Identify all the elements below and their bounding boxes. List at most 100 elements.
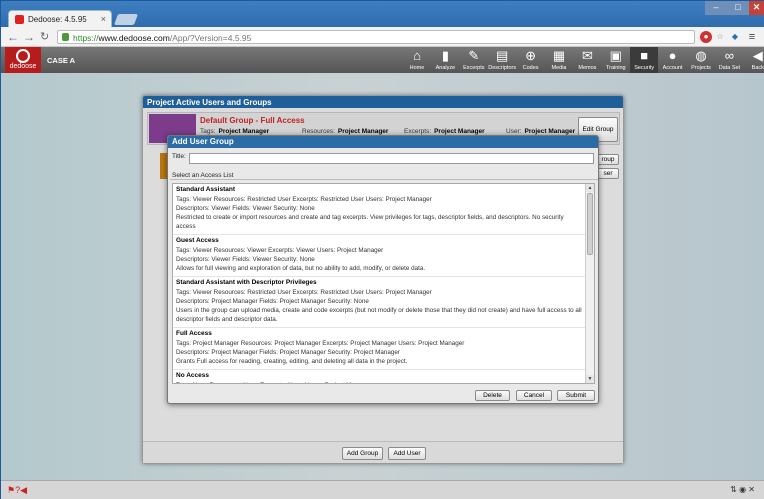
scroll-down-icon[interactable]: ▼ <box>586 375 594 383</box>
nav-label: Security <box>634 65 655 71</box>
group-resources: Resources: Project Manager <box>302 128 388 135</box>
adblock-icon[interactable]: ● <box>700 31 712 43</box>
tab-strip: Dedoose: 4.5.95 × – □ ✕ <box>1 1 764 28</box>
edit-group-button-partial[interactable]: roup <box>597 154 619 165</box>
add-user-button[interactable]: Add User <box>388 447 426 460</box>
add-group-button[interactable]: Add Group <box>342 447 383 460</box>
globe-icon: ◍ <box>695 48 707 63</box>
nav-descriptors[interactable]: ▤ Descriptors <box>488 47 516 73</box>
user-value: Project Manager <box>524 128 576 135</box>
new-tab-button[interactable] <box>113 14 139 25</box>
browser-tab[interactable]: Dedoose: 4.5.95 × <box>8 10 112 28</box>
nav-label: Descriptors <box>488 65 517 71</box>
url-path: /App/?Version=4.5.95 <box>169 33 252 43</box>
bar-chart-icon: ▮ <box>441 48 449 63</box>
menu-icon[interactable]: ≡ <box>746 31 758 43</box>
group-excerpts: Excerpts: Project Manager <box>404 128 485 135</box>
user-label: User: <box>506 128 522 135</box>
nav-label: Account <box>662 65 683 71</box>
access-item-name: Standard Assistant <box>176 186 235 193</box>
access-item-detail: Allows for full viewing and exploration … <box>176 265 426 272</box>
nav-back[interactable]: ◀ Back <box>744 47 764 73</box>
nav-excerpts[interactable]: ✎ Excerpts <box>460 47 488 73</box>
access-item-detail: Tags: Viewer Resources: Viewer Excerpts:… <box>176 247 384 254</box>
nav-projects[interactable]: ◍ Projects <box>687 47 715 73</box>
access-item-detail: Descriptors: Project Manager Fields: Pro… <box>176 298 369 305</box>
status-bar: ⚑?◀ ⇅ ◉ ✕ <box>1 480 764 499</box>
dedoose-logo-icon <box>16 49 30 63</box>
group-tags: Tags: Project Manager <box>200 128 269 135</box>
nav-codes[interactable]: ⊕ Codes <box>517 47 545 73</box>
tags-label: Tags: <box>200 128 216 135</box>
access-item-detail: Tags: Viewer Resources: Restricted User … <box>176 196 432 203</box>
media-icon: ▦ <box>552 48 566 63</box>
access-list-item[interactable]: Standard Assistant with Descriptor Privi… <box>173 277 586 328</box>
nav-data-set[interactable]: ∞ Data Set <box>715 47 743 73</box>
resources-label: Resources: <box>302 128 335 135</box>
tab-close-icon[interactable]: × <box>101 14 106 24</box>
memo-icon: ✉ <box>581 48 593 63</box>
panel-title: Project Active Users and Groups <box>143 96 623 108</box>
logo-text: dedoose <box>9 63 37 70</box>
nav-security[interactable]: ■ Security <box>630 47 659 73</box>
url-scheme: https:// <box>73 33 99 43</box>
app-header: dedoose CASE A ⌂ Home ▮ Analyze ✎ Excerpts ▤ De… <box>1 47 764 73</box>
access-item-name: Standard Assistant with Descriptor Privi… <box>176 279 317 286</box>
submit-button[interactable]: Submit <box>557 390 595 401</box>
delete-button[interactable]: Delete <box>475 390 510 401</box>
person-icon: ● <box>668 48 677 63</box>
bookmark-star-icon[interactable]: ☆ <box>714 31 726 43</box>
reload-icon[interactable]: ↻ <box>40 30 49 44</box>
scroll-up-icon[interactable]: ▲ <box>586 184 594 192</box>
binoculars-icon: ∞ <box>724 48 735 63</box>
close-window-button[interactable]: ✕ <box>749 1 764 15</box>
nav-training[interactable]: ▣ Training <box>602 47 630 73</box>
access-list-item[interactable]: Standard Assistant Tags: Viewer Resources… <box>173 184 586 235</box>
scroll-thumb[interactable] <box>587 193 593 255</box>
access-list[interactable]: Standard Assistant Tags: Viewer Resources… <box>172 183 595 384</box>
address-bar[interactable]: https://www.dedoose.com/App/?Version=4.5… <box>57 30 695 44</box>
access-list-scrollbar[interactable]: ▲ ▼ <box>585 184 594 383</box>
nav-label: Excerpts <box>463 65 485 71</box>
minimize-button[interactable]: – <box>705 1 727 15</box>
nav-home[interactable]: ⌂ Home <box>403 47 431 73</box>
edit-user-button-partial[interactable]: ser <box>597 168 619 179</box>
access-list-item[interactable]: Guest Access Tags: Viewer Resources: View… <box>173 235 586 277</box>
dedoose-logo[interactable]: dedoose <box>5 47 41 73</box>
access-list-items: Standard Assistant Tags: Viewer Resources… <box>173 184 586 383</box>
access-item-detail: Grants Full access for reading, creating… <box>176 358 408 365</box>
status-right-icons: ⇅ ◉ ✕ <box>730 485 755 494</box>
title-input[interactable] <box>189 153 594 164</box>
dialog-title: Add User Group <box>168 136 598 148</box>
nav-media[interactable]: ▦ Media <box>545 47 573 73</box>
cancel-button[interactable]: Cancel <box>516 390 552 401</box>
access-item-name: Guest Access <box>176 237 219 244</box>
nav-account[interactable]: ● Account <box>659 47 687 73</box>
nav-label: Projects <box>691 65 711 71</box>
ssl-lock-icon <box>62 33 69 41</box>
access-list-item[interactable]: No Access Tags: None Resources: None Exce… <box>173 370 586 383</box>
nav-label: Media <box>551 65 567 71</box>
nav-label: Training <box>605 65 626 71</box>
tags-value: Project Manager <box>218 128 270 135</box>
extension-icon[interactable]: ◆ <box>729 31 741 43</box>
back-arrow-icon[interactable]: ← <box>7 30 19 44</box>
maximize-button[interactable]: □ <box>727 1 749 15</box>
title-label: Title: <box>172 153 186 160</box>
browser-toolbar: ← → ↻ https://www.dedoose.com/App/?Versi… <box>1 27 764 47</box>
group-user: User: Project Manager <box>506 128 575 135</box>
dedoose-favicon-icon <box>15 15 24 24</box>
access-item-detail: Users in the group can upload media, cre… <box>176 307 582 323</box>
tab-title: Dedoose: 4.5.95 <box>28 15 87 24</box>
clipboard-icon: ▤ <box>496 48 509 63</box>
training-icon: ▣ <box>609 48 622 63</box>
nav-analyze[interactable]: ▮ Analyze <box>431 47 459 73</box>
add-user-group-dialog: Add User Group Title: Select an Access L… <box>167 135 599 404</box>
codes-icon: ⊕ <box>525 48 537 63</box>
access-list-item[interactable]: Full Access Tags: Project Manager Resourc… <box>173 328 586 370</box>
url-host: www.dedoose.com <box>98 33 170 43</box>
lock-icon: ■ <box>640 48 649 63</box>
nav-label: Data Set <box>718 65 741 71</box>
nav-memos[interactable]: ✉ Memos <box>573 47 601 73</box>
forward-arrow-icon[interactable]: → <box>23 30 35 44</box>
